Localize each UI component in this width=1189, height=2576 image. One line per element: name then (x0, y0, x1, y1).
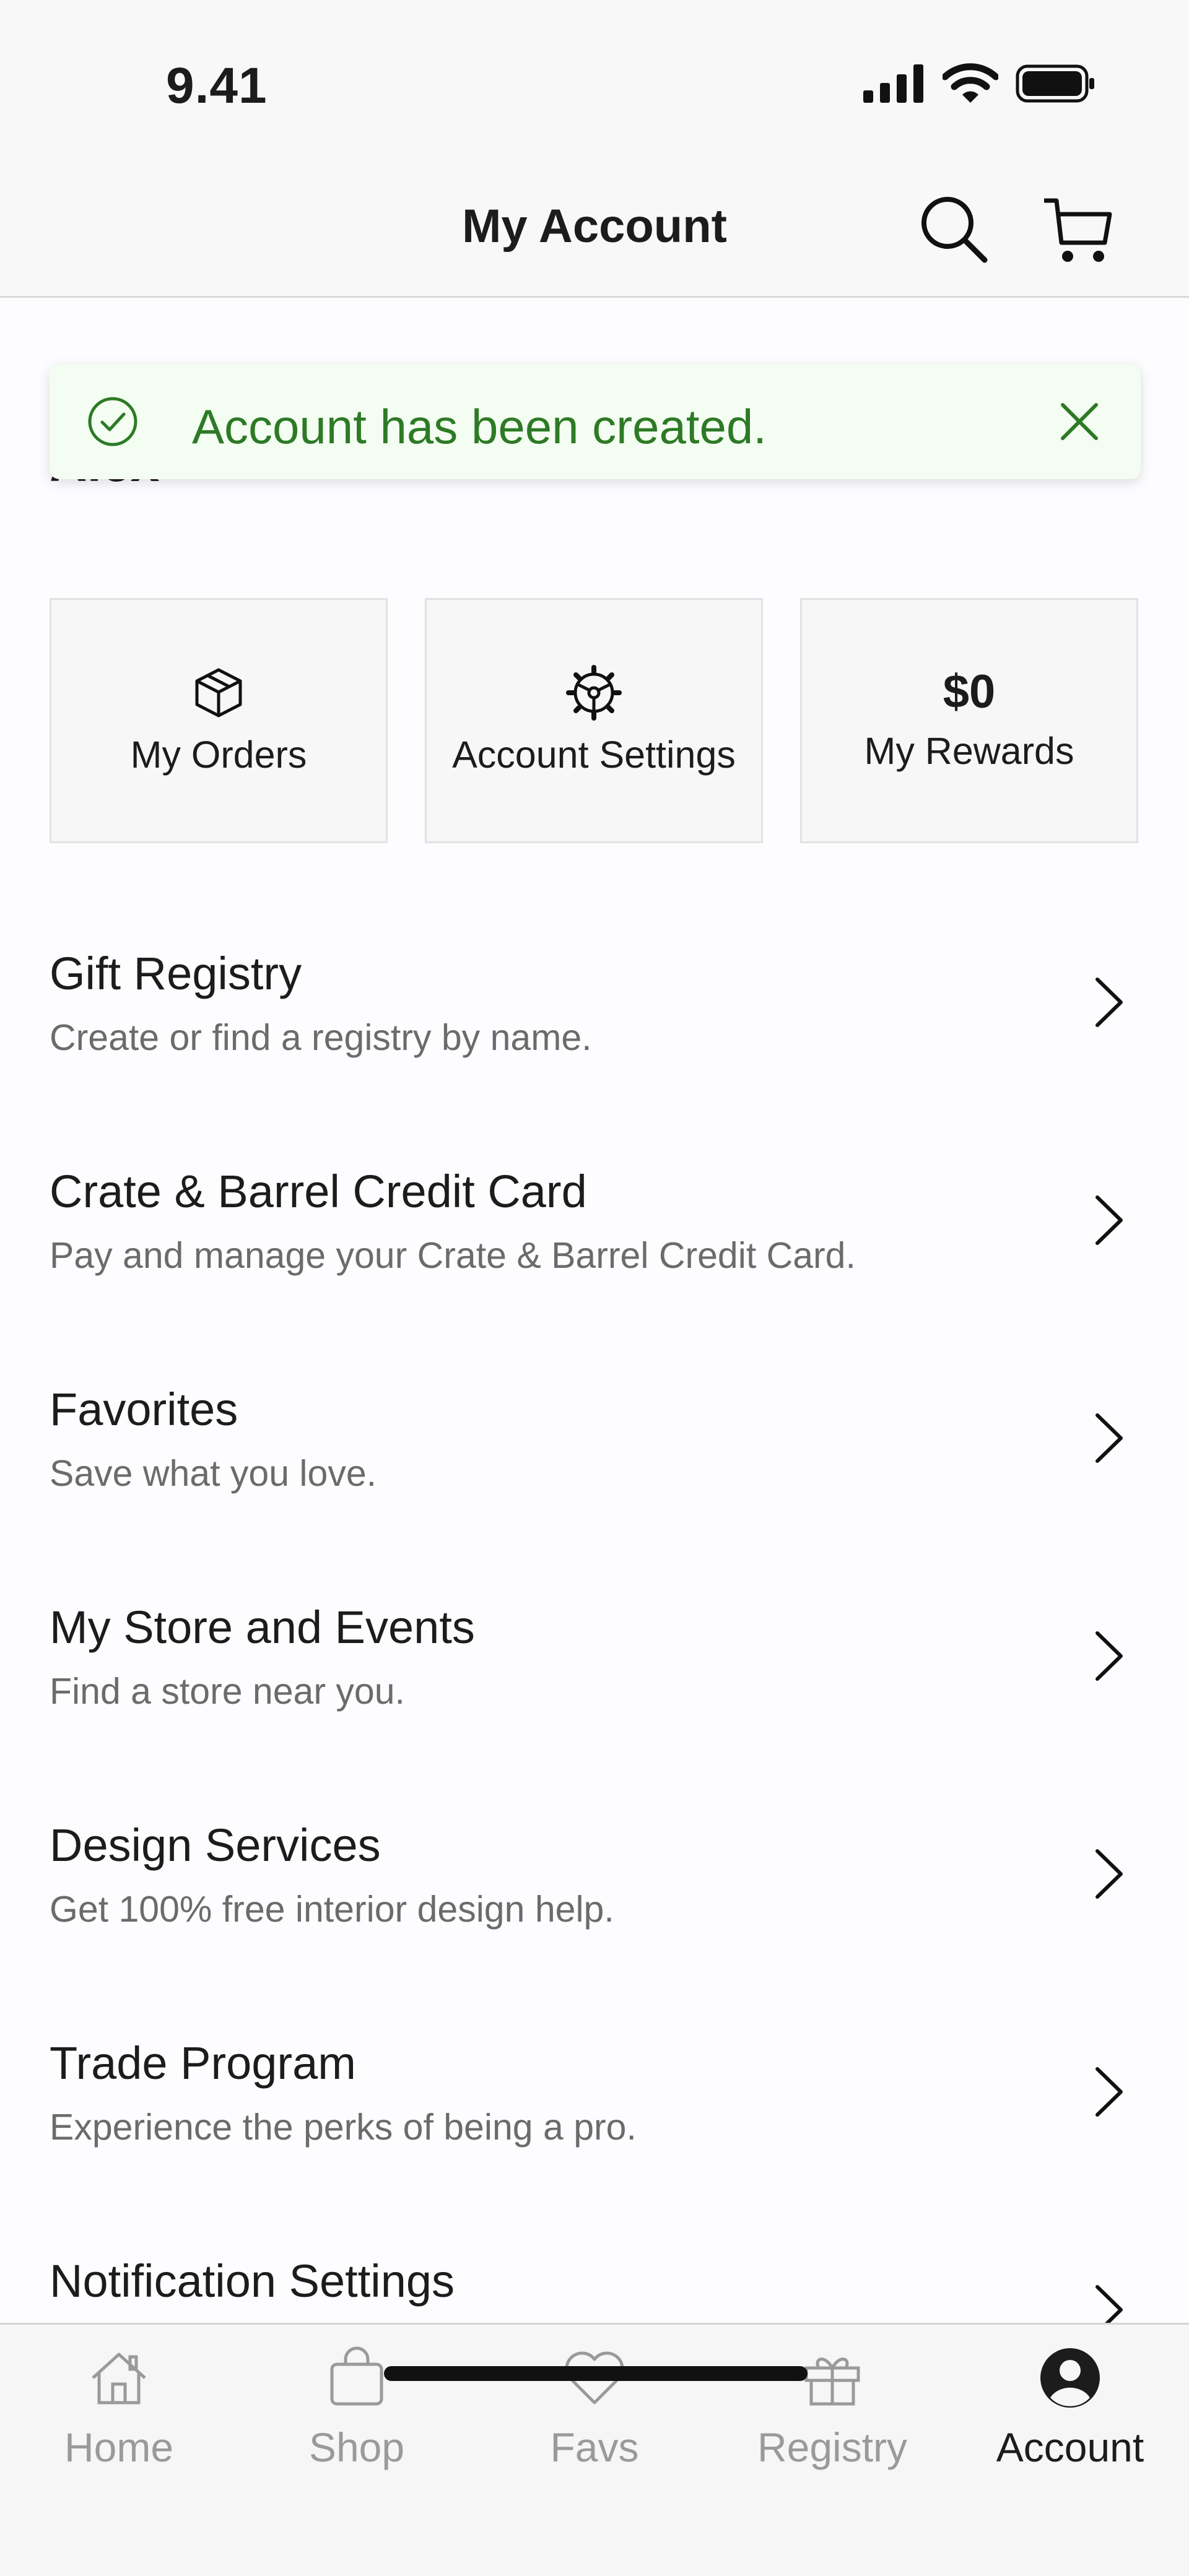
box-icon (195, 668, 242, 718)
home-icon (92, 2353, 146, 2405)
tab-label: Home (64, 2424, 174, 2470)
menu-item-title: Notification Settings (50, 2255, 455, 2307)
menu-item-gift-registry[interactable]: Gift Registry Create or find a registry … (0, 895, 1189, 1113)
menu-item-credit-card[interactable]: Crate & Barrel Credit Card Pay and manag… (0, 1113, 1189, 1331)
menu-item-subtitle: Save what you love. (50, 1453, 377, 1494)
menu-item-subtitle: Get 100% free interior design help. (50, 1889, 614, 1930)
tab-home[interactable]: Home (0, 2343, 238, 2498)
menu-item-favorites[interactable]: Favorites Save what you love. (0, 1331, 1189, 1549)
menu-item-title: Crate & Barrel Credit Card (50, 1166, 587, 1217)
page-title: My Account (462, 200, 727, 253)
menu-item-subtitle: Create or find a registry by name. (50, 1017, 592, 1058)
menu-item-trade-program[interactable]: Trade Program Experience the perks of be… (0, 1985, 1189, 2203)
menu-item-title: My Store and Events (50, 1602, 475, 1653)
battery-icon (1016, 64, 1094, 103)
chevron-right-icon (1095, 978, 1123, 1027)
my-rewards-tile[interactable]: $0 My Rewards (800, 598, 1138, 843)
menu-item-subtitle: Experience the perks of being a pro. (50, 2107, 637, 2148)
tab-label: Account (996, 2424, 1144, 2470)
tab-account[interactable]: Account (951, 2343, 1189, 2498)
wifi-icon (943, 63, 998, 103)
gift-icon (804, 2357, 860, 2406)
tab-label: Favs (550, 2424, 639, 2470)
account-icon (1040, 2348, 1100, 2408)
menu-item-design-services[interactable]: Design Services Get 100% free interior d… (0, 1767, 1189, 1985)
menu-item-title: Trade Program (50, 2037, 356, 2089)
bottom-tab-bar: Home Shop Favs Registry Account (0, 2323, 1189, 2576)
search-icon[interactable] (917, 192, 991, 266)
rewards-value: $0 (943, 666, 996, 718)
tab-label: Registry (757, 2424, 908, 2470)
tab-label: Shop (308, 2424, 405, 2470)
menu-item-store-events[interactable]: My Store and Events Find a store near yo… (0, 1549, 1189, 1767)
toast-message: Account has been created. (192, 399, 767, 454)
account-menu: Gift Registry Create or find a registry … (0, 895, 1189, 2421)
menu-item-subtitle: Pay and manage your Crate & Barrel Credi… (50, 1235, 856, 1276)
cart-icon[interactable] (1040, 192, 1115, 266)
home-indicator (384, 2366, 808, 2381)
status-bar: 9.41 (0, 0, 1189, 161)
chevron-right-icon (1095, 2067, 1123, 2117)
chevron-right-icon (1095, 1849, 1123, 1899)
my-orders-tile[interactable]: My Orders (50, 598, 388, 843)
cellular-signal-icon (863, 64, 923, 103)
tile-label: My Rewards (864, 730, 1074, 772)
menu-item-title: Gift Registry (50, 948, 302, 999)
status-time: 9.41 (166, 58, 268, 114)
tile-label: My Orders (130, 734, 307, 776)
app-header: My Account (0, 161, 1189, 298)
check-circle-icon (88, 397, 137, 446)
menu-item-title: Favorites (50, 1384, 238, 1435)
tile-label: Account Settings (452, 734, 736, 776)
gear-icon (566, 665, 622, 721)
chevron-right-icon (1095, 1195, 1123, 1245)
menu-item-subtitle: Find a store near you. (50, 1671, 405, 1712)
success-toast: Account has been created. (50, 364, 1141, 479)
shopping-bag-icon (330, 2346, 383, 2406)
chevron-right-icon (1095, 1631, 1123, 1681)
account-tiles: My Orders Account Settings $0 My Rewards (50, 598, 1138, 843)
close-icon[interactable] (1058, 400, 1101, 443)
account-settings-tile[interactable]: Account Settings (425, 598, 763, 843)
menu-item-title: Design Services (50, 1819, 381, 1871)
chevron-right-icon (1095, 1413, 1123, 1463)
status-icons (863, 63, 1096, 104)
